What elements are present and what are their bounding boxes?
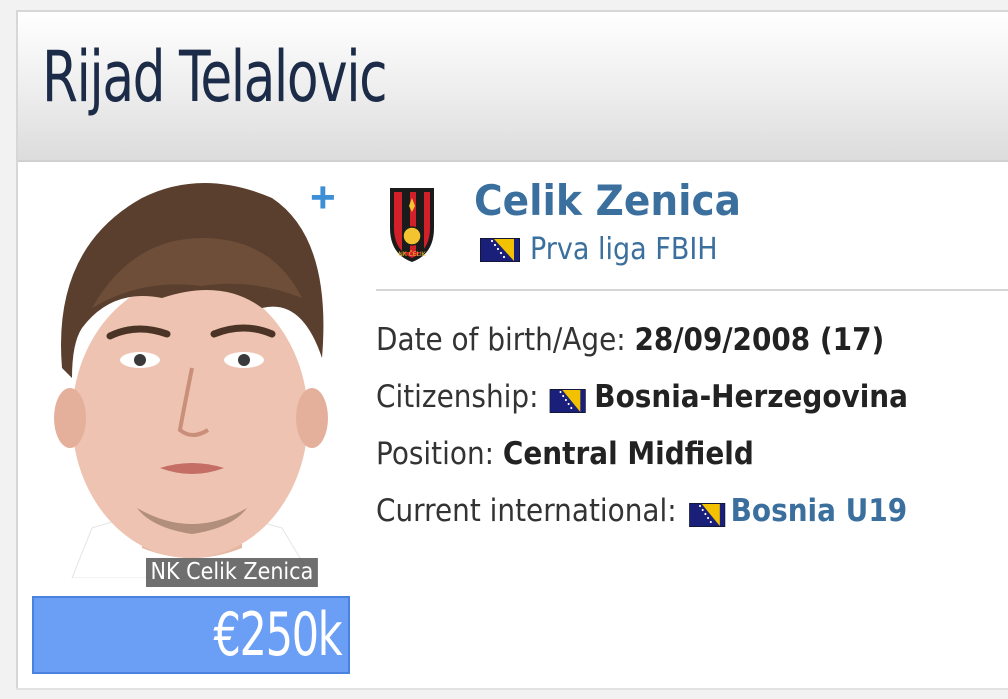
citizenship-label: Citizenship: — [376, 379, 539, 415]
league-name-link[interactable]: Prva liga FBIH — [530, 232, 718, 267]
position-value: Central Midfield — [502, 436, 754, 472]
player-name-title: Rijad Telalovic — [42, 36, 388, 118]
player-portrait — [54, 183, 328, 578]
international-team-link[interactable]: Bosnia U19 — [731, 493, 907, 529]
photo-club-caption: NK Celik Zenica — [146, 558, 318, 587]
club-name-link[interactable]: Celik Zenica — [474, 176, 741, 225]
club-crest-icon[interactable]: NK ČELIK — [386, 184, 438, 264]
dob-value: 28/09/2008 (17) — [634, 322, 885, 358]
bosnia-flag-icon — [548, 385, 586, 414]
league-row[interactable]: Prva liga FBIH — [479, 232, 738, 267]
profile-header: Rijad Telalovic — [18, 12, 1008, 162]
citizenship-value: Bosnia-Herzegovina — [594, 379, 908, 415]
plus-icon[interactable]: + — [310, 176, 336, 220]
international-label: Current international: — [376, 493, 677, 529]
divider — [376, 289, 1008, 291]
svg-text:NK ČELIK: NK ČELIK — [398, 251, 426, 258]
position-label: Position: — [376, 436, 495, 472]
player-photo[interactable] — [32, 168, 338, 578]
market-value: €250k — [213, 600, 342, 670]
market-value-box[interactable]: €250k — [32, 596, 350, 674]
page-frame: Rijad Telalovic NK Celik Zenica €250k + … — [0, 0, 1008, 699]
bottom-divider — [16, 688, 1008, 690]
bosnia-flag-icon — [688, 499, 726, 528]
international-row: Current international: Bosnia U19 — [376, 493, 907, 529]
dob-row: Date of birth/Age: 28/09/2008 (17) — [376, 322, 884, 358]
citizenship-row: Citizenship: Bosnia-Herzegovina — [376, 379, 908, 415]
position-row: Position: Central Midfield — [376, 436, 754, 472]
bosnia-flag-icon — [479, 236, 521, 263]
dob-label: Date of birth/Age: — [376, 322, 626, 358]
